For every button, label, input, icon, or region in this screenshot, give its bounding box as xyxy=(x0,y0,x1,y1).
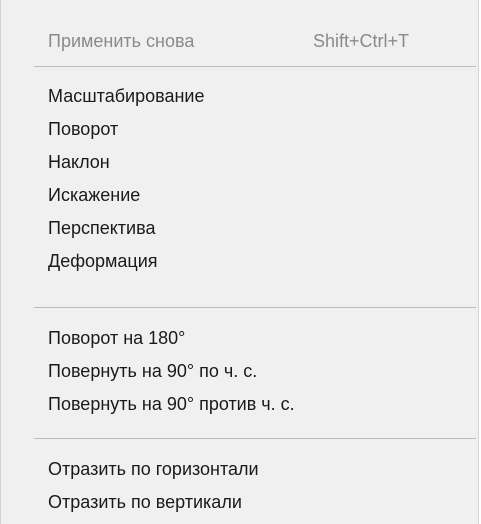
menu-item-reapply-shortcut: Shift+Ctrl+T xyxy=(313,31,410,51)
transform-context-menu: Применить снова Shift+Ctrl+T Масштабиров… xyxy=(0,0,479,524)
menu-item-rotate-90-cw[interactable]: Повернуть на 90° по ч. с. xyxy=(48,356,257,386)
menu-item-rotate-90-ccw[interactable]: Повернуть на 90° против ч. с. xyxy=(48,389,295,419)
menu-item-reapply-label: Применить снова xyxy=(48,31,195,51)
menu-item-flip-horizontal[interactable]: Отразить по горизонтали xyxy=(48,454,259,484)
menu-item-perspective[interactable]: Перспектива xyxy=(48,213,155,243)
menu-item-warp[interactable]: Деформация xyxy=(48,246,158,276)
menu-item-skew[interactable]: Наклон xyxy=(48,147,110,177)
menu-item-rotate-180[interactable]: Поворот на 180° xyxy=(48,323,185,353)
menu-item-reapply: Применить снова xyxy=(48,26,194,56)
menu-separator xyxy=(34,66,476,67)
menu-item-rotate[interactable]: Поворот xyxy=(48,114,118,144)
menu-separator xyxy=(34,438,476,439)
menu-item-flip-vertical[interactable]: Отразить по вертикали xyxy=(48,487,242,517)
menu-item-scale[interactable]: Масштабирование xyxy=(48,81,204,111)
menu-separator xyxy=(34,307,476,308)
menu-item-distort[interactable]: Искажение xyxy=(48,180,140,210)
